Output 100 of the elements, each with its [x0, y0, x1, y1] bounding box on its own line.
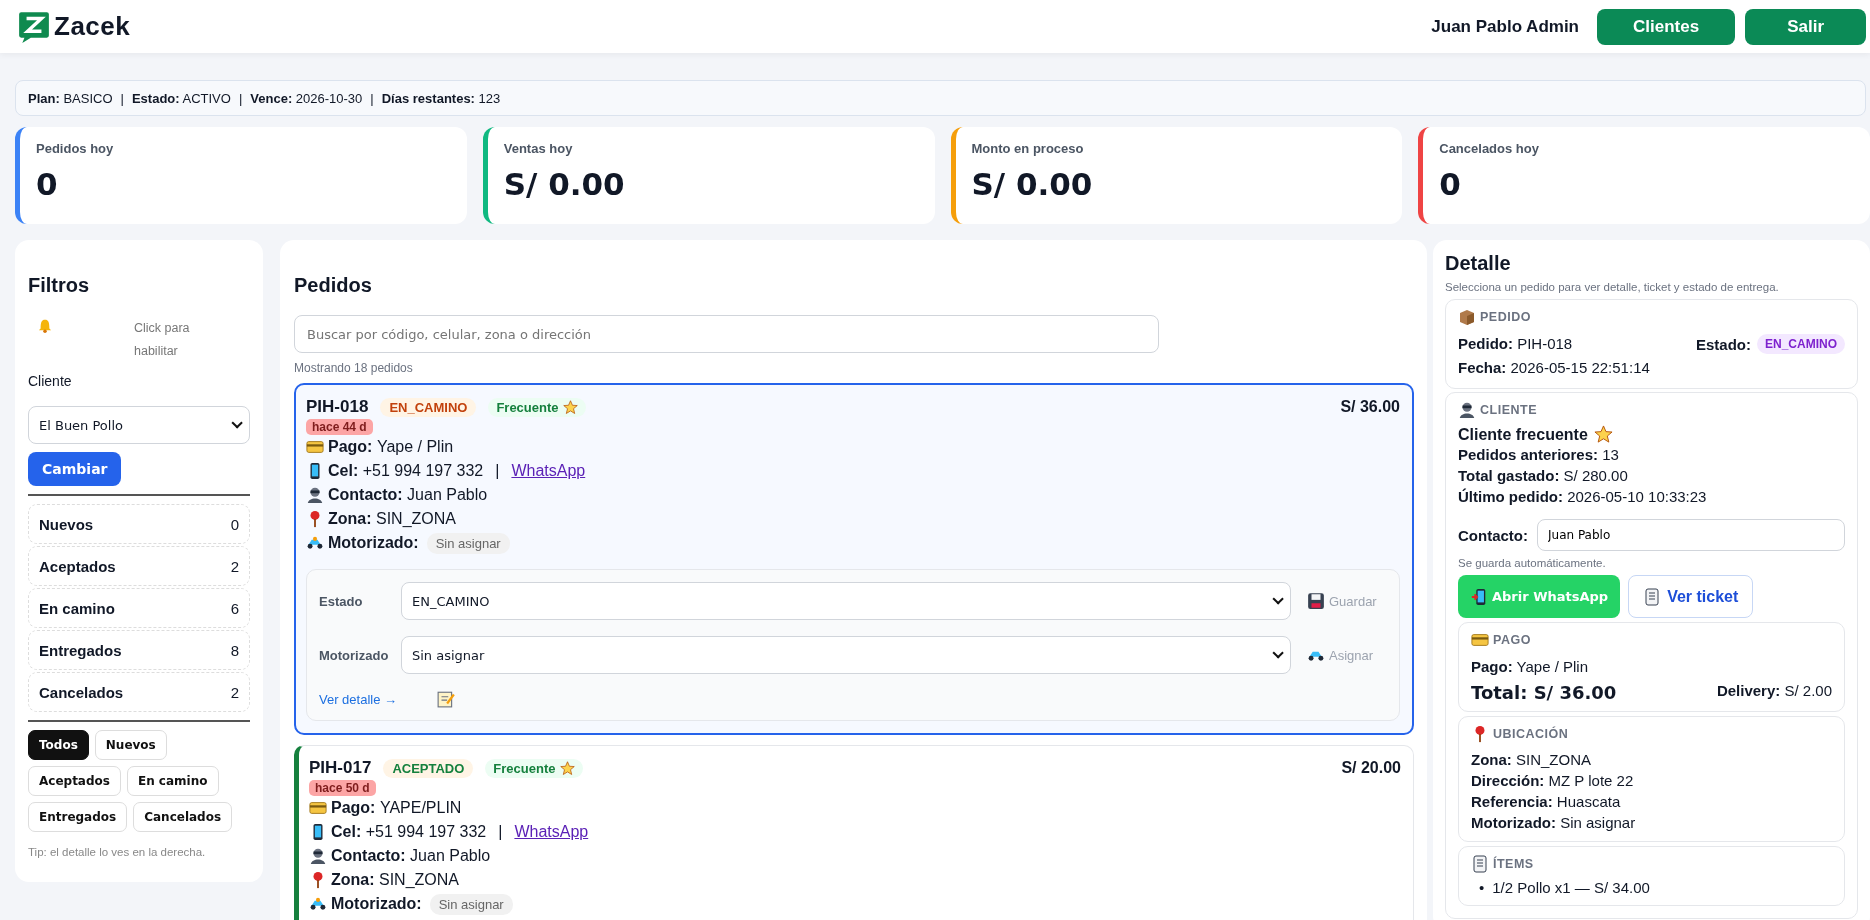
order-field: Cel: +51 994 197 332: [331, 823, 487, 841]
section-heading: PEDIDO: [1480, 310, 1531, 324]
stat-value: S/ 0.00: [503, 166, 626, 202]
frequent-badge: Frecuente: [485, 758, 583, 778]
stat-label: Monto en proceso: [971, 141, 1085, 156]
frequent-badge: Frecuente: [488, 397, 586, 417]
star-icon: [562, 399, 578, 415]
star-icon: [559, 760, 575, 776]
stat-value: 0: [1439, 166, 1462, 202]
tip-text: Tip: el detalle lo ves en la derecha.: [28, 846, 207, 858]
order-field: Pago: Yape / Plin: [328, 438, 454, 456]
courier-pill: Sin asignar: [429, 893, 513, 915]
scooter-icon: [306, 534, 324, 552]
order-field: Motorizado:: [328, 534, 419, 552]
contact-field[interactable]: Juan Pablo: [1537, 519, 1845, 551]
notepad-icon: [437, 690, 456, 708]
whatsapp-link[interactable]: WhatsApp: [511, 462, 586, 480]
separator-text: |: [495, 462, 500, 480]
order-code: PIH-018: [306, 397, 369, 417]
plan-info: Días restantes: 123: [381, 90, 501, 106]
client-info: Pedidos anteriores: 13: [1458, 445, 1620, 465]
dropdown[interactable]: EN_CAMINO: [401, 582, 1291, 620]
person-icon: [306, 486, 324, 504]
separator-text: |: [238, 90, 243, 106]
separator-text: |: [498, 823, 503, 841]
bullet-mark: •: [1479, 879, 1485, 897]
count-value: 2: [230, 683, 239, 701]
panel-title: Detalle: [1445, 252, 1512, 275]
change-button[interactable]: Cambiar: [28, 452, 122, 486]
section-heading: ÍTEMS: [1493, 857, 1534, 871]
count-label: Cancelados: [39, 683, 124, 701]
floppy-icon: [1307, 592, 1325, 610]
location-info: Referencia: Huascata: [1471, 792, 1622, 812]
count-value: 8: [230, 641, 239, 659]
order-field: Pago: YAPE/PLIN: [331, 799, 462, 817]
plan-info: Plan: BASICO: [28, 90, 113, 106]
person-icon: [309, 847, 327, 865]
dropdown[interactable]: Sin asignar: [401, 636, 1291, 674]
status-label: Estado:: [1695, 335, 1751, 353]
field-label: Motorizado: [319, 647, 390, 663]
payment-method: Pago: Yape / Plin: [1471, 657, 1589, 677]
order-field: Zona: SIN_ZONA: [331, 871, 459, 889]
star-icon: [1593, 425, 1613, 444]
order-code: PIH-017: [309, 758, 372, 778]
frequent-label: Cliente frecuente: [1458, 425, 1588, 444]
order-field: Cel: +51 994 197 332: [328, 462, 484, 480]
header-button[interactable]: Clientes: [1597, 8, 1736, 45]
filter-chip[interactable]: Aceptados: [28, 766, 121, 796]
order-amount: S/ 36.00: [1340, 398, 1400, 416]
courier-pill: Sin asignar: [426, 532, 510, 554]
filter-chip[interactable]: En camino: [126, 766, 219, 796]
order-date: Fecha: 2026-05-15 22:51:14: [1458, 358, 1651, 378]
order-field: Contacto: Juan Pablo: [328, 486, 488, 504]
order-card[interactable]: [294, 383, 1414, 735]
section-heading: UBICACIÓN: [1493, 727, 1569, 741]
field-label: Contacto:: [1458, 526, 1528, 544]
client-info: Último pedido: 2026-05-10 10:33:23: [1458, 487, 1708, 507]
stat-value: 0: [36, 166, 59, 202]
detail-link[interactable]: Ver detalle →: [319, 691, 398, 707]
status-badge: EN_CAMINO: [1757, 334, 1845, 354]
ticket-button[interactable]: Ver ticket: [1628, 575, 1754, 618]
age-badge: hace 44 d: [306, 419, 373, 435]
order-card[interactable]: PIH-017 ACEPTADO Frecuente S/ 20.00 hace 50 d Pago: YAPE/PLIN Cel: +51 994 197 332 | WhatsApp Contacto: Juan Pablo Zona: SIN_ZONA Motorizado: Sin asignar: [294, 745, 1414, 920]
location-info: Dirección: MZ P lote 22: [1471, 771, 1635, 791]
person-icon: [1458, 401, 1476, 419]
location-info: Motorizado: Sin asignar: [1471, 813, 1637, 833]
card-icon: [309, 799, 327, 817]
card-icon: [1471, 631, 1489, 649]
client-select[interactable]: El Buen Pollo: [28, 406, 250, 444]
order-total: Total: S/ 36.00: [1471, 682, 1617, 703]
status-badge: EN_CAMINO: [380, 397, 477, 417]
logo-icon: [18, 9, 50, 44]
client-info: Total gastado: S/ 280.00: [1458, 466, 1629, 486]
count-label: Entregados: [39, 641, 122, 659]
plan-info: Vence: 2026-10-30: [250, 90, 363, 106]
location-info: Zona: SIN_ZONA: [1471, 750, 1592, 770]
count-label: Nuevos: [39, 515, 94, 533]
field-label: Cliente: [28, 373, 73, 389]
panel-title: Pedidos: [294, 274, 373, 297]
count-value: 6: [230, 599, 239, 617]
filter-chip[interactable]: Entregados: [28, 802, 128, 832]
phone-icon: [1470, 587, 1488, 606]
header-button[interactable]: Salir: [1745, 8, 1866, 45]
order-field: Motorizado:: [331, 895, 422, 913]
filter-chip[interactable]: Nuevos: [94, 730, 167, 760]
count-label: Aceptados: [39, 557, 116, 575]
separator-text: |: [120, 90, 124, 106]
brand-name: Zacek: [54, 11, 131, 42]
order-field: Contacto: Juan Pablo: [331, 847, 491, 865]
notice-text[interactable]: Click para habilitar: [134, 317, 204, 363]
plan-info: Estado: ACTIVO: [131, 90, 231, 106]
panel-subtitle: Selecciona un pedido para ver detalle, ticket y estado de entrega.: [1445, 281, 1780, 293]
order-code: Pedido: PIH-018: [1458, 334, 1573, 354]
filter-chip[interactable]: Todos: [28, 730, 89, 760]
autosave-note: Se guarda automáticamente.: [1458, 557, 1607, 569]
filter-chip[interactable]: Cancelados: [133, 802, 233, 832]
section-heading: PAGO: [1493, 633, 1531, 647]
stat-label: Ventas hoy: [503, 141, 574, 156]
search-field[interactable]: Buscar por código, celular, zona o dirección: [294, 315, 1159, 353]
whatsapp-link[interactable]: WhatsApp: [514, 823, 589, 841]
